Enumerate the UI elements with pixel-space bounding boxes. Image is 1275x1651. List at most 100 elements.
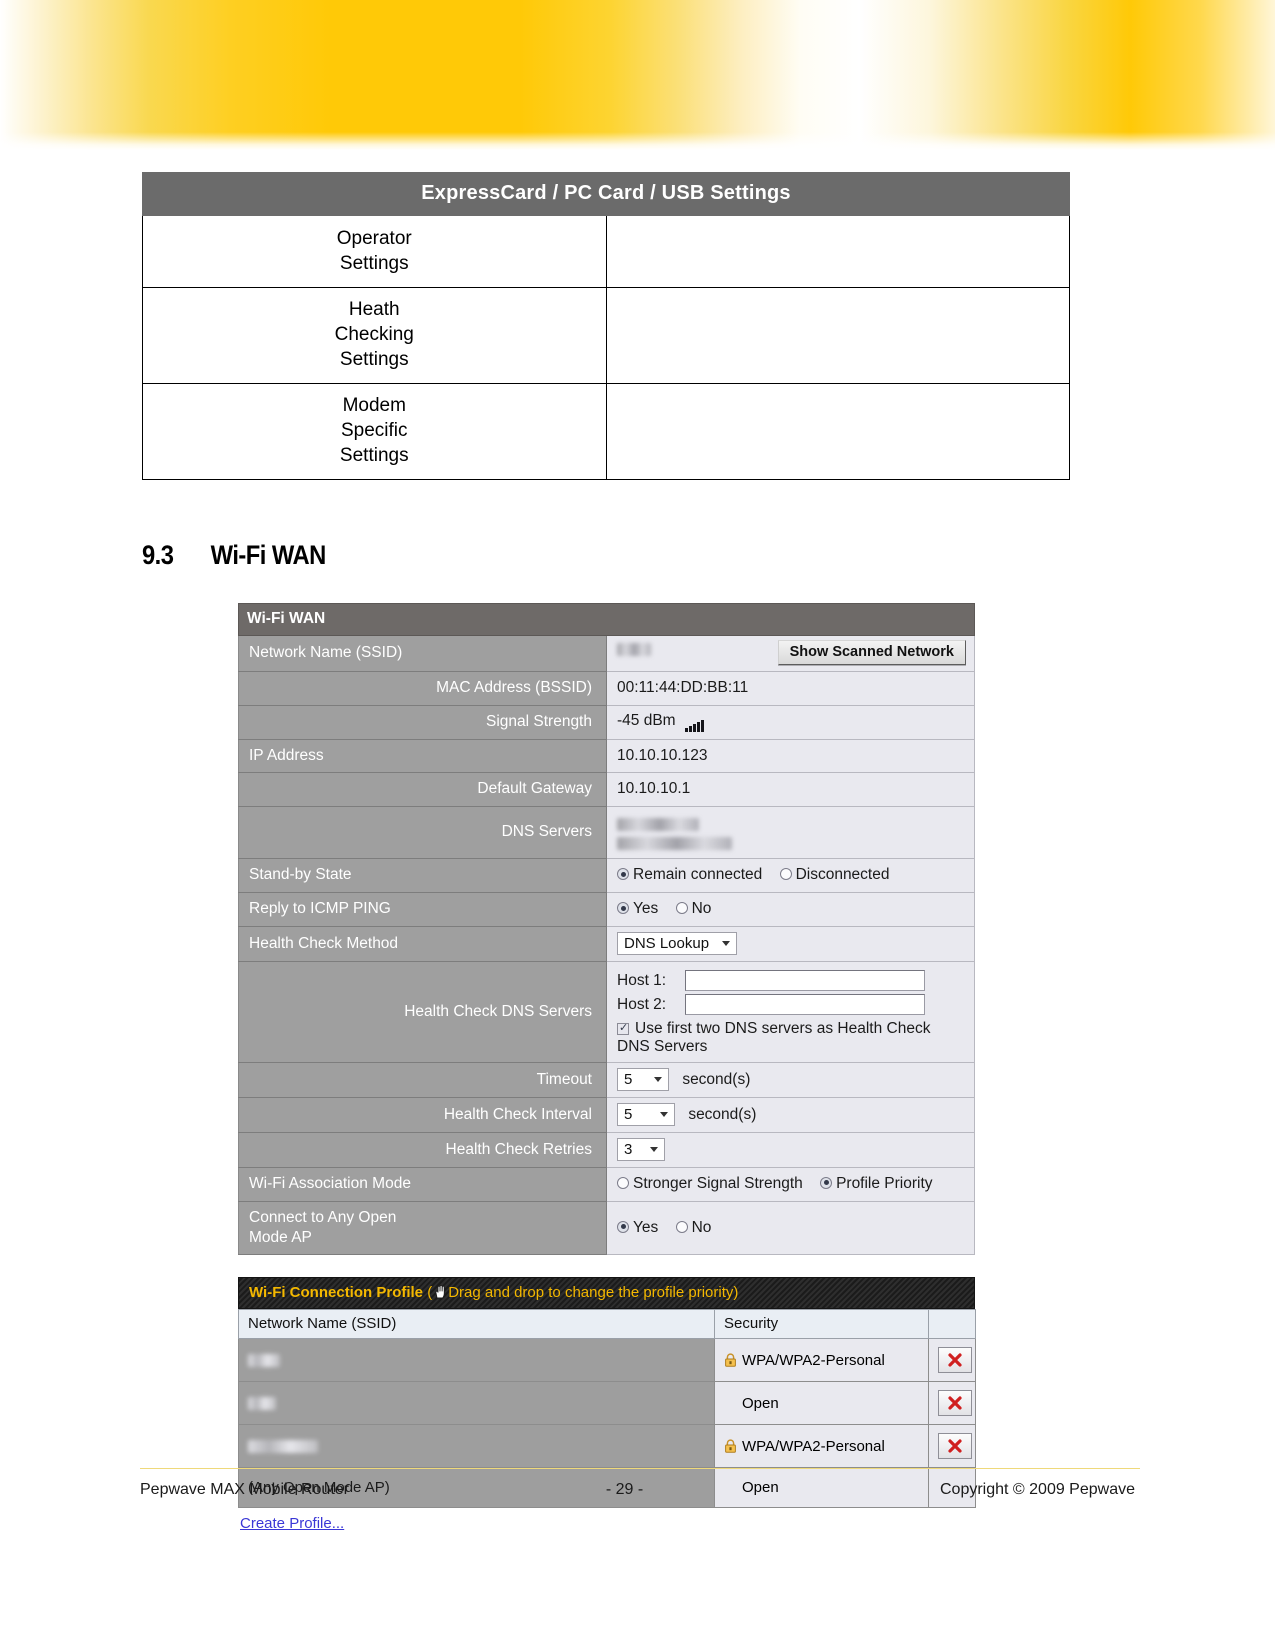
radio-disconnected[interactable]: Disconnected bbox=[779, 866, 890, 884]
label-health-check-method: Health Check Method bbox=[238, 925, 607, 962]
label-health-check-dns-servers: Health Check DNS Servers bbox=[238, 960, 607, 1063]
radio-icon bbox=[675, 902, 688, 915]
row-label-modem-specific-settings: Modem Specific Settings bbox=[142, 383, 607, 480]
redacted-dns-1 bbox=[617, 817, 699, 831]
profile-table-header-row: Network Name (SSID) Security bbox=[238, 1309, 976, 1340]
create-profile-link[interactable]: Create Profile... bbox=[240, 1515, 975, 1532]
banner-fade bbox=[0, 132, 1275, 150]
table-row: Operator Settings bbox=[142, 215, 1070, 288]
checkbox-icon-checked bbox=[617, 1021, 629, 1035]
radio-open-ap-no[interactable]: No bbox=[675, 1218, 712, 1236]
row-health-check-method: Health Check Method DNS Lookup bbox=[238, 925, 975, 962]
show-scanned-network-button[interactable]: Show Scanned Network bbox=[777, 640, 966, 665]
radio-icon bbox=[779, 868, 792, 881]
radio-icmp-no[interactable]: No bbox=[675, 900, 711, 917]
table-row[interactable]: Open bbox=[238, 1381, 976, 1426]
profile-title-paren: ( bbox=[427, 1284, 433, 1302]
host2-label: Host 2: bbox=[617, 995, 667, 1013]
profile-ssid-cell[interactable] bbox=[238, 1424, 715, 1469]
radio-label: Yes bbox=[633, 900, 659, 918]
value-default-gateway: 10.10.10.1 bbox=[606, 772, 975, 808]
label-line: Connect to Any Open bbox=[249, 1208, 397, 1226]
table-row[interactable]: WPA/WPA2-Personal bbox=[238, 1338, 976, 1383]
row-health-check-interval: Health Check Interval 5 second(s) bbox=[238, 1096, 975, 1133]
timeout-select[interactable]: 5 bbox=[617, 1067, 669, 1091]
radio-icon bbox=[675, 1220, 688, 1233]
host1-label: Host 1: bbox=[617, 971, 667, 989]
host1-input[interactable] bbox=[685, 969, 926, 991]
redacted-ssid-value bbox=[617, 643, 651, 656]
value-health-check-dns-servers: Host 1: Host 2: Use first two DNS server… bbox=[606, 960, 975, 1063]
table-header-row: ExpressCard / PC Card / USB Settings bbox=[142, 172, 1070, 216]
footer-product-name: Pepwave MAX Mobile Router bbox=[140, 1481, 349, 1498]
label-line: Mode AP bbox=[249, 1228, 312, 1246]
profile-ssid-cell[interactable] bbox=[238, 1338, 715, 1383]
label-reply-icmp-ping: Reply to ICMP PING bbox=[238, 892, 607, 927]
value-signal-strength: -45 dBm bbox=[606, 704, 975, 740]
label-default-gateway: Default Gateway bbox=[238, 772, 607, 808]
host1-row: Host 1: bbox=[617, 969, 966, 991]
page-top-banner bbox=[0, 0, 1275, 150]
delete-profile-button[interactable] bbox=[938, 1347, 972, 1374]
profile-ssid-cell[interactable] bbox=[238, 1381, 715, 1426]
profile-security-label: WPA/WPA2-Personal bbox=[742, 1437, 885, 1455]
redacted-dns-2 bbox=[617, 836, 732, 850]
radio-label: Disconnected bbox=[795, 866, 890, 884]
label-dns-servers: DNS Servers bbox=[238, 806, 607, 860]
delete-profile-button[interactable] bbox=[938, 1390, 972, 1417]
radio-profile-priority[interactable]: Profile Priority bbox=[820, 1174, 933, 1192]
use-first-two-dns-checkbox-row[interactable]: Use first two DNS servers as Health Chec… bbox=[617, 1020, 966, 1056]
table-row[interactable]: WPA/WPA2-Personal bbox=[238, 1424, 976, 1469]
signal-strength-text: -45 dBm bbox=[617, 711, 676, 729]
row-value-modem-specific-settings bbox=[605, 383, 1070, 480]
value-standby-state: Remain connected Disconnected bbox=[606, 858, 975, 894]
radio-stronger-signal-strength[interactable]: Stronger Signal Strength bbox=[617, 1175, 807, 1192]
page-footer: Pepwave MAX Mobile Router - 29 - Copyrig… bbox=[0, 1481, 1275, 1499]
health-check-retries-select[interactable]: 3 bbox=[617, 1137, 665, 1161]
value-health-check-retries: 3 bbox=[606, 1131, 975, 1168]
row-timeout: Timeout 5 second(s) bbox=[238, 1061, 975, 1098]
profile-title-hint: Drag and drop to change the profile prio… bbox=[448, 1284, 739, 1302]
radio-label: Remain connected bbox=[633, 866, 763, 884]
label-network-name: Network Name (SSID) bbox=[238, 635, 607, 672]
redacted-profile-ssid bbox=[248, 1439, 318, 1453]
lock-icon bbox=[724, 1353, 737, 1367]
radio-label: Yes bbox=[633, 1218, 659, 1236]
health-check-method-select[interactable]: DNS Lookup bbox=[617, 931, 737, 955]
footer-copyright: Copyright © 2009 Pepwave bbox=[939, 1481, 1135, 1498]
delete-profile-button[interactable] bbox=[938, 1433, 972, 1460]
label-health-check-retries: Health Check Retries bbox=[238, 1131, 607, 1168]
timeout-unit-label: second(s) bbox=[682, 1070, 751, 1088]
row-wifi-association-mode: Wi-Fi Association Mode Stronger Signal S… bbox=[238, 1166, 975, 1202]
health-check-interval-select[interactable]: 5 bbox=[617, 1102, 675, 1126]
profile-security-cell: WPA/WPA2-Personal bbox=[714, 1338, 929, 1383]
value-reply-icmp-ping: Yes No bbox=[606, 892, 975, 927]
value-timeout: 5 second(s) bbox=[606, 1061, 975, 1098]
radio-open-ap-yes[interactable]: Yes bbox=[617, 1219, 663, 1236]
radio-icmp-yes[interactable]: Yes bbox=[617, 900, 663, 917]
column-header-security: Security bbox=[714, 1309, 929, 1340]
host2-input[interactable] bbox=[685, 993, 926, 1015]
radio-label: No bbox=[691, 1218, 712, 1236]
expresscard-settings-table: ExpressCard / PC Card / USB Settings Ope… bbox=[142, 172, 1070, 480]
value-wifi-association-mode: Stronger Signal Strength Profile Priorit… bbox=[606, 1166, 975, 1202]
profile-security-cell: Open bbox=[714, 1381, 929, 1426]
radio-icon-selected bbox=[617, 1220, 629, 1233]
profile-security-cell: WPA/WPA2-Personal bbox=[714, 1424, 929, 1469]
label-line: Operator bbox=[336, 227, 412, 249]
label-line: Heath bbox=[348, 299, 400, 321]
profile-title-bold: Wi-Fi Connection Profile bbox=[249, 1284, 424, 1302]
label-signal-strength: Signal Strength bbox=[238, 704, 607, 740]
label-timeout: Timeout bbox=[238, 1061, 607, 1098]
row-value-operator-settings bbox=[605, 215, 1070, 288]
row-label-heath-checking-settings: Heath Checking Settings bbox=[142, 287, 607, 384]
radio-remain-connected[interactable]: Remain connected bbox=[617, 866, 767, 883]
profile-delete-cell bbox=[928, 1424, 976, 1469]
radio-label: Profile Priority bbox=[836, 1174, 933, 1192]
label-line: Settings bbox=[339, 252, 409, 274]
section-heading: 9.3 Wi-Fi WAN bbox=[142, 540, 1139, 571]
lock-icon bbox=[724, 1439, 737, 1453]
redacted-profile-ssid bbox=[248, 1396, 276, 1410]
footer-page-number: - 29 - bbox=[605, 1481, 644, 1498]
label-mac-address: MAC Address (BSSID) bbox=[238, 671, 607, 706]
